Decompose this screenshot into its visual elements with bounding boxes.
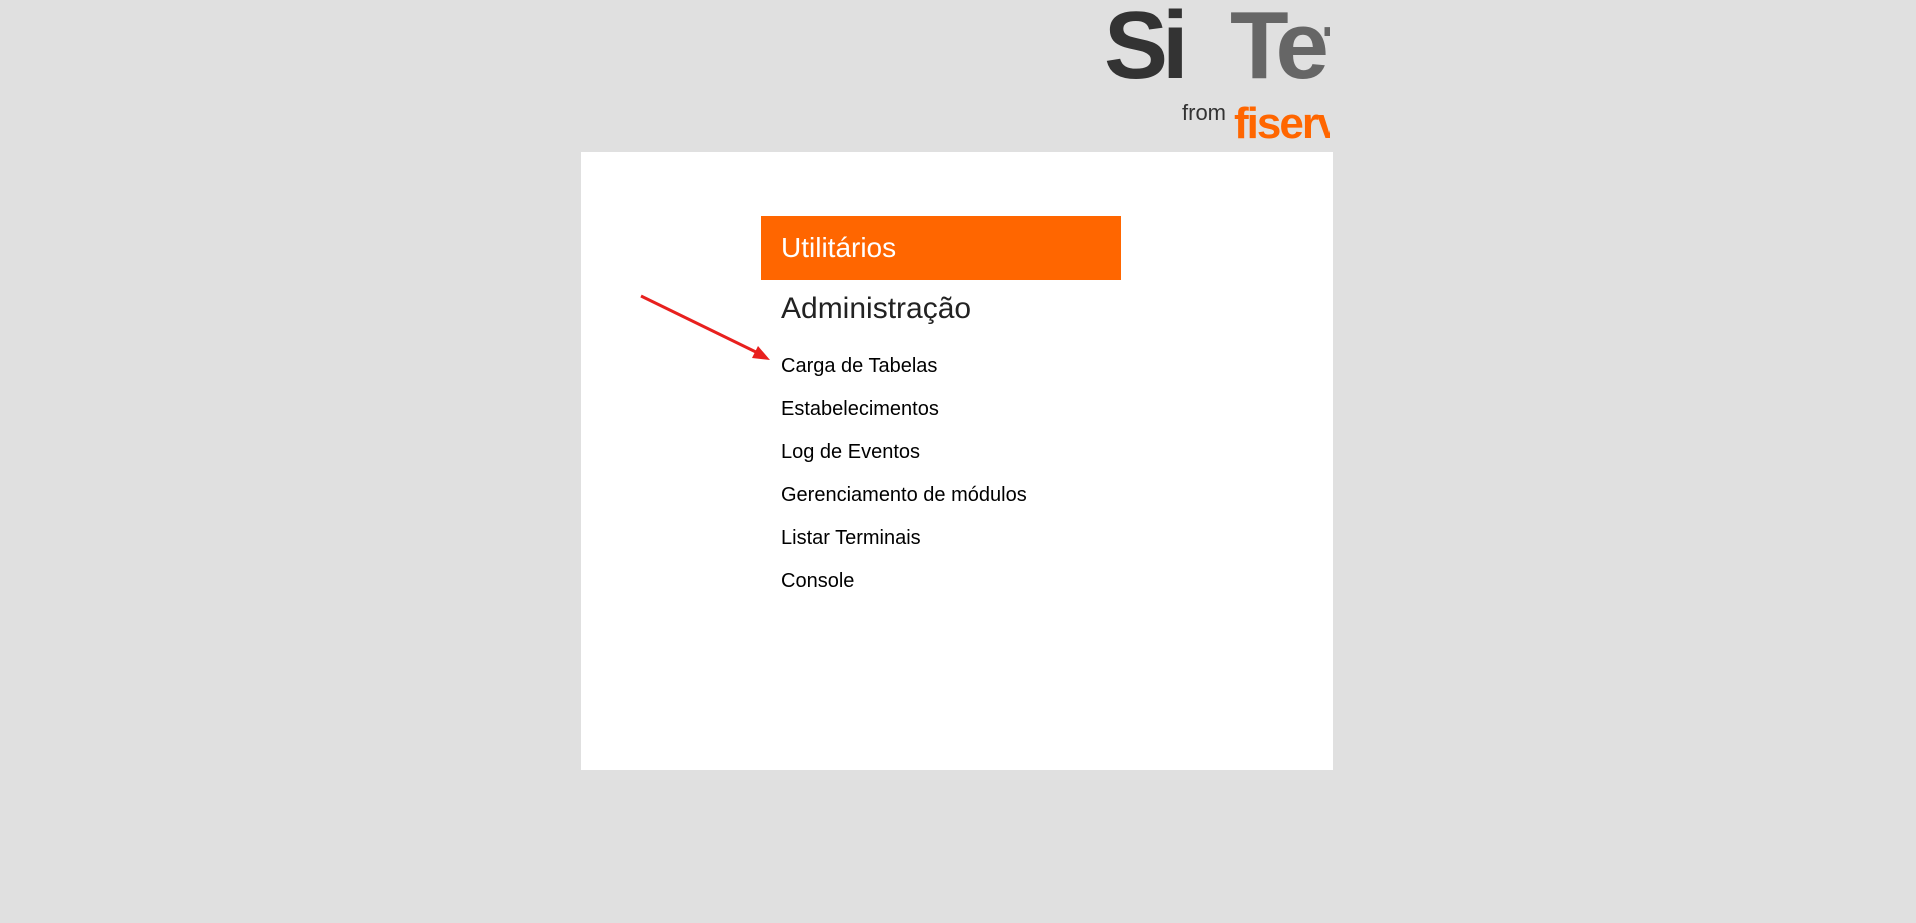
menu-item-estabelecimentos[interactable]: Estabelecimentos — [781, 395, 1027, 438]
menu-item-gerenciamento-de-modulos[interactable]: Gerenciamento de módulos — [781, 481, 1027, 524]
page: Si Tef from fiserv. Utilitários Administ… — [0, 0, 1916, 923]
utilities-panel: Utilitários Administração Carga de Tabel… — [581, 152, 1333, 770]
menu-item-log-de-eventos[interactable]: Log de Eventos — [781, 438, 1027, 481]
logo-from-text: from — [1182, 100, 1226, 125]
menu-header-title: Utilitários — [781, 232, 897, 263]
section-title: Administração — [781, 292, 972, 325]
sitef-logo: Si Tef from fiserv. — [1100, 0, 1330, 145]
menu-item-carga-de-tabelas[interactable]: Carga de Tabelas — [781, 352, 1027, 395]
logo-si-text: Si — [1104, 0, 1183, 99]
sitef-fiserv-logo-graphic: Si Tef from fiserv. — [1104, 0, 1330, 145]
logo-tef-text: Tef — [1230, 0, 1330, 99]
menu-header: Utilitários — [761, 216, 1121, 280]
menu-item-console[interactable]: Console — [781, 567, 1027, 610]
admin-menu-list: Carga de Tabelas Estabelecimentos Log de… — [781, 352, 1027, 610]
menu-item-listar-terminais[interactable]: Listar Terminais — [781, 524, 1027, 567]
logo-fiserv-text: fiserv. — [1234, 99, 1330, 145]
